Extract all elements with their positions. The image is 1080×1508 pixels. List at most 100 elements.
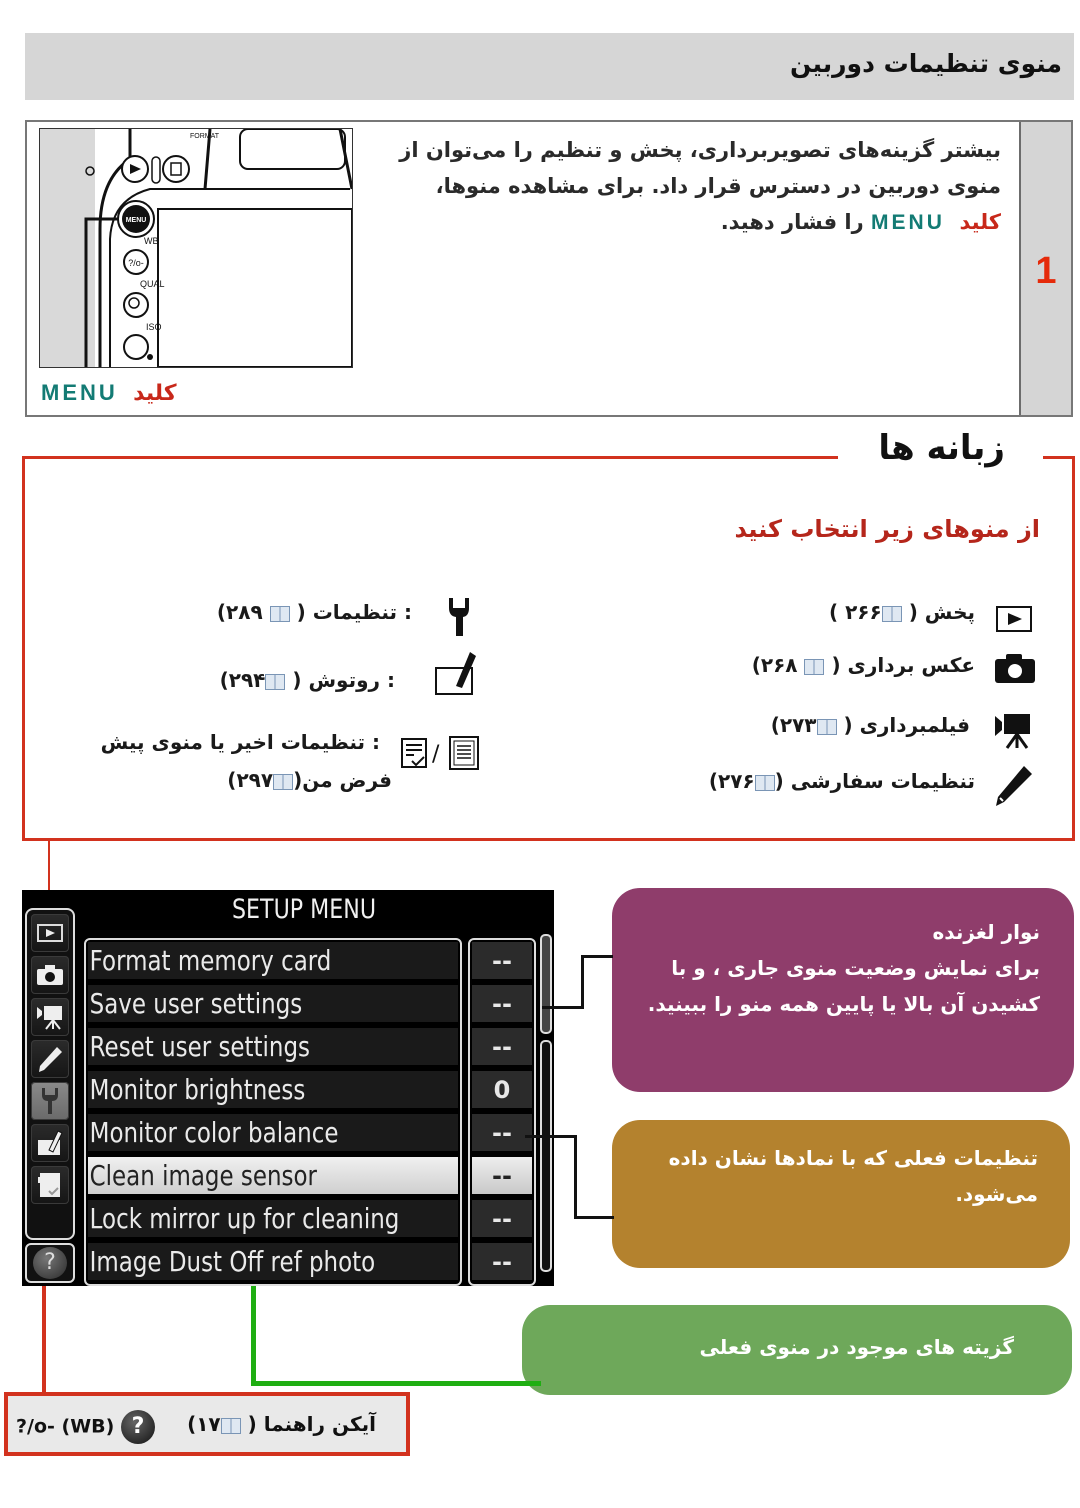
menu-item-value: --: [472, 1243, 532, 1283]
menu-item[interactable]: Monitor brightness: [88, 1071, 458, 1111]
svg-text:QUAL: QUAL: [140, 279, 165, 289]
svg-text:/: /: [432, 742, 440, 767]
sidebar-tab-setup[interactable]: [31, 1082, 69, 1120]
question-icon: ?: [120, 1410, 155, 1444]
playback-icon: [996, 606, 1032, 632]
tab-item-my-menu-line2: فرض من(۲۹۷): [227, 768, 392, 792]
help-button[interactable]: ?: [25, 1243, 75, 1283]
step-text-1: بیشتر گزینه‌های تصویربرداری، پخش و تنظیم…: [399, 138, 1001, 198]
retouch-icon: [38, 1130, 63, 1155]
pencil-icon: [39, 1047, 62, 1072]
tab-item-custom-settings: تنظیمات سفارشی (۲۷۶): [708, 769, 975, 793]
book-icon: [269, 605, 290, 622]
menu-item-value: --: [472, 1028, 532, 1068]
caption-menu-key: MENU: [41, 380, 118, 405]
scrollbar-track[interactable]: [540, 1040, 552, 1272]
book-icon: [273, 773, 294, 790]
menu-item-value: --: [472, 1114, 532, 1154]
menu-item-label: Format memory card: [89, 944, 332, 977]
page-title: منوی تنظیمات دوربین: [790, 49, 1062, 78]
recent-settings-icon: /: [401, 736, 479, 770]
scrollbar-thumb[interactable]: [540, 934, 552, 1034]
tabs-section-title: زبانه ها: [878, 428, 1005, 468]
book-icon: [265, 673, 286, 690]
callout-current-settings-text: تنظیمات فعلی که با نمادها نشان داده می‌ش…: [668, 1146, 1038, 1206]
playback-icon: [37, 924, 63, 942]
menu-item-label: Clean image sensor: [89, 1159, 317, 1192]
sidebar-tab-my-menu[interactable]: [31, 1166, 69, 1204]
tab-item-retouch: : روتوش ( ۲۹۴): [219, 668, 395, 692]
menu-item[interactable]: Clean image sensor: [88, 1157, 458, 1197]
menu-item-label: Reset user settings: [89, 1030, 311, 1063]
camera-back-illustration: FORMAT MENU WB ?/o- QUAL ISO: [39, 128, 353, 368]
movie-camera-icon: [37, 1006, 62, 1030]
slider-connector: [542, 1006, 584, 1009]
menu-item[interactable]: Monitor color balance: [88, 1114, 458, 1154]
recent-settings-icon: [38, 1173, 60, 1197]
step-number-column: 1: [1019, 122, 1071, 415]
menu-item-label: Monitor color balance: [89, 1116, 339, 1149]
svg-text:?/o-: ?/o-: [128, 258, 144, 268]
tab-item-photo-shooting: عکس برداری ( ۲۶۸): [751, 653, 975, 677]
page-header: منوی تنظیمات دوربین: [25, 33, 1074, 100]
callout-menu-options: گزیته های موجود در منوی فعلی: [522, 1305, 1072, 1395]
menu-item[interactable]: Save user settings: [88, 985, 458, 1025]
svg-text:MENU: MENU: [126, 217, 147, 224]
menu-item-value: --: [472, 985, 532, 1025]
pencil-icon: [996, 766, 1032, 806]
camera-icon: [995, 654, 1035, 683]
menu-item-label: Image Dust Off ref photo: [89, 1245, 376, 1278]
sidebar-tab-custom-settings[interactable]: [31, 1040, 69, 1078]
tabs-section-subtitle: از منوهای زیر انتخاب کنید: [734, 515, 1040, 543]
retouch-icon: [435, 652, 476, 695]
options-connector: [251, 1286, 256, 1386]
wrench-icon: [42, 1088, 58, 1114]
sidebar-tab-photo-shooting[interactable]: [31, 956, 69, 994]
screen-title: SETUP MENU: [232, 894, 377, 925]
caption-key-word: کلید: [133, 381, 177, 406]
menu-key-name: MENU: [871, 211, 945, 234]
menu-item-label: Lock mirror up for cleaning: [89, 1202, 400, 1235]
help-connector: [42, 1286, 46, 1394]
camera-screen: SETUP MENU ? Format memory card -- Save us…: [22, 890, 554, 1286]
format-label: FORMAT: [190, 133, 220, 140]
sidebar-tab-movie-shooting[interactable]: [31, 998, 69, 1036]
svg-text:WB: WB: [144, 236, 159, 246]
wrench-icon: [449, 598, 469, 636]
callout-slider-title: نوار لغزنده: [932, 920, 1041, 944]
book-icon: [881, 605, 902, 622]
settings-connector: [525, 1135, 577, 1138]
menu-item[interactable]: Format memory card: [88, 942, 458, 982]
callout-menu-options-text: گزیته های موجود در منوی فعلی: [699, 1335, 1014, 1359]
camera-back-drawing: FORMAT MENU WB ?/o- QUAL ISO: [40, 129, 352, 367]
key-word: کلید: [959, 210, 1002, 234]
menu-tab-sidebar: [25, 908, 75, 1240]
wb-label: (WB): [61, 1415, 115, 1438]
book-icon: [816, 718, 837, 735]
tab-item-setup: : تنظیمات ( ۲۸۹): [216, 600, 412, 624]
question-icon: ?: [33, 1247, 67, 1279]
help-icon-note: آیکن راهنما ( ۱۷) ?/o- (WB) ?: [4, 1392, 410, 1456]
menu-item-value: --: [472, 1157, 532, 1197]
help-protect-key-symbol: ?/o-: [16, 1415, 55, 1438]
menu-item-value: --: [472, 942, 532, 982]
svg-text:ISO: ISO: [146, 322, 162, 332]
menu-item-label: Save user settings: [89, 987, 303, 1020]
step-text-2: را فشار دهید.: [720, 210, 872, 234]
menu-item[interactable]: Lock mirror up for cleaning: [88, 1200, 458, 1240]
zoom-in-button-icon: [123, 292, 149, 318]
step-box: 1 بیشتر گزینه‌های تصویربرداری، پخش و تنظ…: [25, 120, 1073, 417]
tab-item-playback: پخش ( ۲۶۶ ): [828, 600, 975, 624]
sidebar-tab-retouch[interactable]: [31, 1124, 69, 1162]
menu-item[interactable]: Reset user settings: [88, 1028, 458, 1068]
step-number: 1: [1035, 250, 1057, 292]
camera-icon: [37, 965, 63, 985]
menu-item[interactable]: Image Dust Off ref photo: [88, 1243, 458, 1283]
movie-camera-icon: [995, 714, 1030, 749]
illustration-caption: MENU کلید: [41, 380, 177, 406]
help-label: آیکن راهنما ( ۱۷): [187, 1412, 376, 1436]
sidebar-tab-playback[interactable]: [31, 914, 69, 952]
callout-slider-text: برای نمایش وضعیت منوی جاری ، و با کشیدن …: [647, 956, 1040, 1016]
menu-item-value: --: [472, 1200, 532, 1240]
menu-item-label: Monitor brightness: [89, 1073, 306, 1106]
